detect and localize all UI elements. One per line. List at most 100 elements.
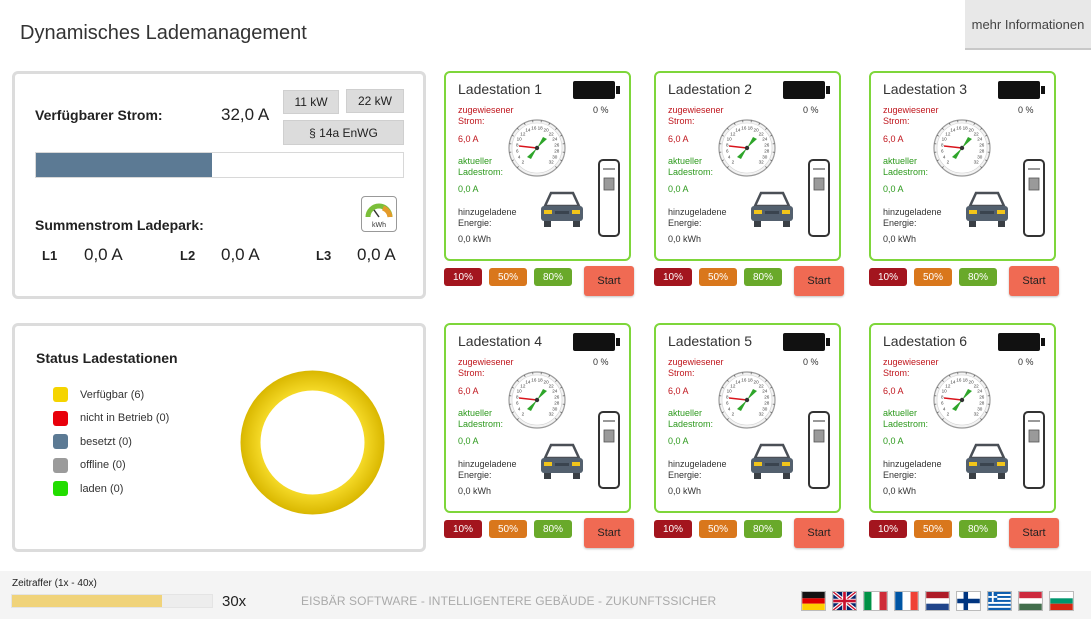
svg-text:kWh: kWh [372,222,386,229]
charging-column-icon [1023,411,1045,494]
svg-text:16: 16 [531,126,537,131]
svg-text:16: 16 [741,378,747,383]
legend-swatch [53,387,68,403]
charged-energy-value: 0,0 kWh [668,234,702,244]
svg-text:16: 16 [956,126,962,131]
charge-50-percent-button[interactable]: 50% [699,268,737,286]
svg-text:8: 8 [516,142,519,147]
svg-text:28: 28 [979,149,985,154]
charge-10-percent-button[interactable]: 10% [444,520,482,538]
charge-80-percent-button[interactable]: 80% [534,520,572,538]
svg-text:14: 14 [950,128,956,133]
flag-nl-icon[interactable] [925,591,950,611]
svg-text:32: 32 [549,160,555,165]
battery-icon [573,333,620,351]
start-charging-button[interactable]: Start [794,518,844,548]
start-charging-button[interactable]: Start [794,266,844,296]
available-current-value: 32,0 A [221,105,270,124]
svg-text:14: 14 [525,128,531,133]
svg-text:4: 4 [943,155,946,160]
svg-text:6: 6 [941,401,944,406]
legend-swatch [53,434,68,450]
timelapse-slider[interactable] [11,594,213,608]
charge-10-percent-button[interactable]: 10% [654,520,692,538]
svg-text:26: 26 [979,142,985,147]
svg-text:16: 16 [531,378,537,383]
svg-text:26: 26 [554,394,560,399]
battery-icon [998,333,1045,351]
current-gauge-icon: 2 4 6 8 10 12 14 16 18 20 22 24 26 28 30 32 [508,119,566,182]
more-info-button[interactable]: mehr Informationen [965,0,1091,50]
status-donut-chart [240,370,385,515]
charged-energy-value: 0,0 kWh [883,234,917,244]
donut-hole [260,390,365,495]
station-card-2: Ladestation 2 0 % zugewiesener Strom: 6,0… [654,71,841,261]
charge-50-percent-button[interactable]: 50% [489,520,527,538]
charge-50-percent-button[interactable]: 50% [489,268,527,286]
charged-energy-label: hinzugeladene Energie: [668,207,727,228]
charge-10-percent-button[interactable]: 10% [869,268,907,286]
flag-de-icon[interactable] [801,591,826,611]
charged-energy-label: hinzugeladene Energie: [883,207,942,228]
station-name: Ladestation 4 [458,333,543,349]
svg-text:10: 10 [942,136,948,141]
flag-hu-icon[interactable] [1018,591,1043,611]
charge-10-percent-button[interactable]: 10% [654,268,692,286]
svg-text:10: 10 [727,388,733,393]
preset-22kw-button[interactable]: 22 kW [346,89,404,113]
start-charging-button[interactable]: Start [584,266,634,296]
language-flags [801,591,1074,611]
flag-fi-icon[interactable] [956,591,981,611]
flag-gr-icon[interactable] [987,591,1012,611]
phase-l2-value: 0,0 A [221,245,260,264]
charge-50-percent-button[interactable]: 50% [914,520,952,538]
charge-50-percent-button[interactable]: 50% [699,520,737,538]
charge-10-percent-button[interactable]: 10% [444,268,482,286]
svg-text:2: 2 [947,412,950,417]
svg-text:4: 4 [728,407,731,412]
legend-label: nicht in Betrieb (0) [80,412,170,425]
svg-text:18: 18 [538,378,544,383]
station-name: Ladestation 2 [668,81,753,97]
charge-80-percent-button[interactable]: 80% [959,268,997,286]
car-icon [749,188,795,235]
flag-it-icon[interactable] [863,591,888,611]
charge-80-percent-button[interactable]: 80% [744,268,782,286]
svg-text:26: 26 [554,142,560,147]
charge-50-percent-button[interactable]: 50% [914,268,952,286]
assigned-current-value: 6,0 A [883,386,904,396]
flag-gb-icon[interactable] [832,591,857,611]
charge-80-percent-button[interactable]: 80% [744,520,782,538]
charging-current-label: aktueller Ladestrom: [883,156,929,177]
legend-swatch [53,481,68,497]
station-card-4: Ladestation 4 0 % zugewiesener Strom: 6,0… [444,323,631,513]
charge-80-percent-button[interactable]: 80% [959,520,997,538]
start-charging-button[interactable]: Start [1009,266,1059,296]
charge-80-percent-button[interactable]: 80% [534,268,572,286]
charging-current-label: aktueller Ladestrom: [458,156,504,177]
charged-energy-label: hinzugeladene Energie: [668,459,727,480]
flag-bg-icon[interactable] [1049,591,1074,611]
charge-10-percent-button[interactable]: 10% [869,520,907,538]
svg-text:28: 28 [764,149,770,154]
start-charging-button[interactable]: Start [1009,518,1059,548]
charging-column-icon [598,411,620,494]
preset-11kw-button[interactable]: 11 kW [283,90,339,114]
svg-text:24: 24 [977,136,983,141]
car-icon [964,440,1010,487]
status-title: Status Ladestationen [36,350,178,366]
svg-text:4: 4 [728,155,731,160]
start-charging-button[interactable]: Start [584,518,634,548]
svg-text:32: 32 [974,160,980,165]
charging-current-label: aktueller Ladestrom: [458,408,504,429]
kwh-meter-icon[interactable]: kWh [361,196,397,232]
charging-column-icon [808,411,830,494]
legend-item-available: Verfügbar (6) [53,383,169,407]
assigned-current-value: 6,0 A [458,386,479,396]
car-icon [539,440,585,487]
page-title: Dynamisches Lademanagement [20,22,307,44]
phase-l2-label: L2 [180,248,196,263]
enwg-14a-button[interactable]: § 14a EnWG [283,120,404,145]
flag-fr-icon[interactable] [894,591,919,611]
svg-text:14: 14 [735,128,741,133]
